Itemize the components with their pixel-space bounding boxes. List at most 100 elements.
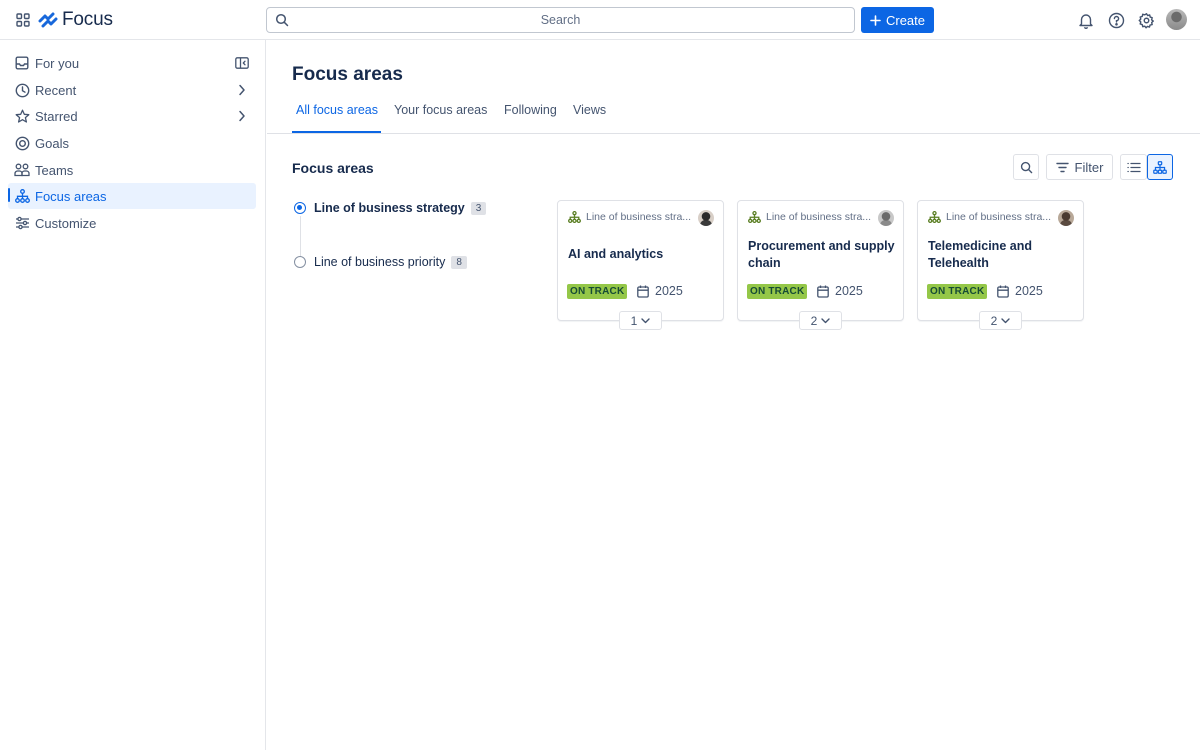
hierarchy-level-strategy[interactable]: Line of business strategy 3 [294, 198, 487, 218]
card-title: Procurement and supply chain [748, 239, 895, 270]
card-parent: Line of business stra... [748, 211, 871, 223]
help-icon[interactable] [1106, 10, 1126, 30]
sidebar-item-recent[interactable]: Recent [8, 77, 256, 103]
sidebar-item-label: Recent [35, 83, 77, 98]
card-target-date: 2025 [817, 284, 863, 298]
card-target-date: 2025 [637, 284, 683, 298]
sidebar-item-focus-areas[interactable]: Focus areas [8, 183, 256, 209]
hierarchy-level-label: Line of business strategy [314, 201, 465, 215]
expand-children-button[interactable]: 2 [799, 311, 842, 330]
card-target-date: 2025 [997, 284, 1043, 298]
child-count: 2 [810, 313, 818, 328]
chevron-down-icon [821, 317, 831, 324]
hierarchy-level-priority[interactable]: Line of business priority 8 [294, 252, 467, 272]
user-avatar[interactable] [1166, 9, 1187, 30]
page-title: Focus areas [292, 64, 403, 85]
chevron-right-icon[interactable] [234, 82, 250, 98]
status-badge: ON TRACK [747, 284, 808, 299]
active-tab-indicator [292, 131, 381, 133]
expand-children-button[interactable]: 2 [979, 311, 1022, 330]
card-title: AI and analytics [568, 247, 664, 261]
calendar-icon [637, 285, 649, 298]
hierarchy-view-button[interactable] [1147, 154, 1173, 180]
active-indicator [8, 188, 10, 202]
radio-selected[interactable] [294, 202, 306, 214]
focus-area-card[interactable]: Line of business stra... AI and analytic… [557, 200, 724, 321]
filter-icon [1055, 162, 1069, 173]
tab-your-focus-areas[interactable]: Your focus areas [394, 103, 487, 131]
filter-label: Filter [1074, 159, 1104, 175]
search-placeholder: Search [540, 13, 581, 27]
tab-bar: All focus areas Your focus areas Followi… [267, 96, 1200, 134]
card-parent-label: Line of business stra... [766, 211, 872, 223]
owner-avatar[interactable] [698, 210, 714, 226]
hierarchy-green-icon [568, 211, 581, 223]
focus-logo-icon [38, 12, 58, 28]
sidebar-item-goals[interactable]: Goals [8, 130, 256, 156]
create-button[interactable]: Create [861, 7, 934, 33]
card-parent-label: Line of business stra... [946, 211, 1052, 223]
calendar-icon [817, 285, 829, 298]
list-view-button[interactable] [1120, 154, 1147, 180]
collapse-sidebar-icon[interactable] [234, 55, 250, 71]
sidebar-item-for-you[interactable]: For you [8, 50, 256, 76]
radio-unselected[interactable] [294, 256, 306, 268]
year-label: 2025 [835, 284, 863, 298]
focus-area-card[interactable]: Line of business stra... Telemedicine an… [917, 200, 1084, 321]
card-parent: Line of business stra... [928, 211, 1051, 223]
tab-following[interactable]: Following [504, 103, 557, 131]
count-badge: 3 [470, 201, 487, 215]
inbox-icon [14, 55, 30, 71]
plus-icon [870, 14, 881, 26]
calendar-icon [997, 285, 1009, 298]
year-label: 2025 [655, 284, 683, 298]
count-badge: 8 [451, 255, 467, 269]
owner-avatar[interactable] [1058, 210, 1074, 226]
chevron-down-icon [1001, 317, 1011, 324]
settings-gear-icon[interactable] [1136, 10, 1156, 30]
hierarchy-green-icon [748, 211, 761, 223]
list-icon [1126, 162, 1141, 173]
sidebar-item-label: Focus areas [35, 189, 107, 204]
child-count: 2 [990, 313, 998, 328]
filter-button[interactable]: Filter [1046, 154, 1113, 180]
main-content: Focus areas All focus areas Your focus a… [267, 40, 1200, 750]
create-button-label: Create [885, 12, 926, 28]
card-title: Telemedicine and Telehealth [928, 239, 1032, 270]
hierarchy-green-icon [928, 211, 941, 223]
clock-icon [14, 82, 30, 98]
year-label: 2025 [1015, 284, 1043, 298]
focus-area-card[interactable]: Line of business stra... Procurement and… [737, 200, 904, 321]
sliders-icon [14, 215, 30, 231]
card-parent: Line of business stra... [568, 211, 691, 223]
expand-children-button[interactable]: 1 [619, 311, 662, 330]
target-icon [14, 135, 30, 151]
sidebar-item-label: Customize [35, 216, 97, 231]
section-title: Focus areas [292, 160, 374, 176]
sidebar-item-customize[interactable]: Customize [8, 210, 256, 236]
sidebar-item-label: Starred [35, 109, 78, 124]
hierarchy-icon [14, 188, 30, 204]
star-icon [14, 108, 30, 124]
status-badge: ON TRACK [567, 284, 628, 299]
chevron-right-icon[interactable] [234, 108, 250, 124]
sidebar-item-label: Teams [35, 163, 74, 178]
sidebar-item-starred[interactable]: Starred [8, 103, 256, 129]
search-focus-areas-button[interactable] [1013, 154, 1039, 180]
search-icon [275, 13, 289, 27]
sidebar-item-label: For you [35, 56, 80, 71]
product-logo[interactable]: Focus [38, 8, 113, 32]
product-name: Focus [62, 9, 113, 30]
hierarchy-icon [1153, 160, 1167, 174]
tab-views[interactable]: Views [573, 103, 606, 131]
search-input[interactable]: Search [266, 7, 855, 33]
app-switcher-icon[interactable] [12, 9, 34, 31]
chevron-down-icon [641, 317, 651, 324]
tab-all-focus-areas[interactable]: All focus areas [296, 103, 378, 131]
owner-avatar[interactable] [878, 210, 894, 226]
hierarchy-level-label: Line of business priority [314, 255, 446, 269]
sidebar: For you Recent Starred Goals Teams Focus… [0, 40, 266, 750]
top-navigation-bar: Focus Search Create [0, 0, 1200, 40]
sidebar-item-teams[interactable]: Teams [8, 157, 256, 183]
notifications-bell-icon[interactable] [1076, 10, 1096, 30]
